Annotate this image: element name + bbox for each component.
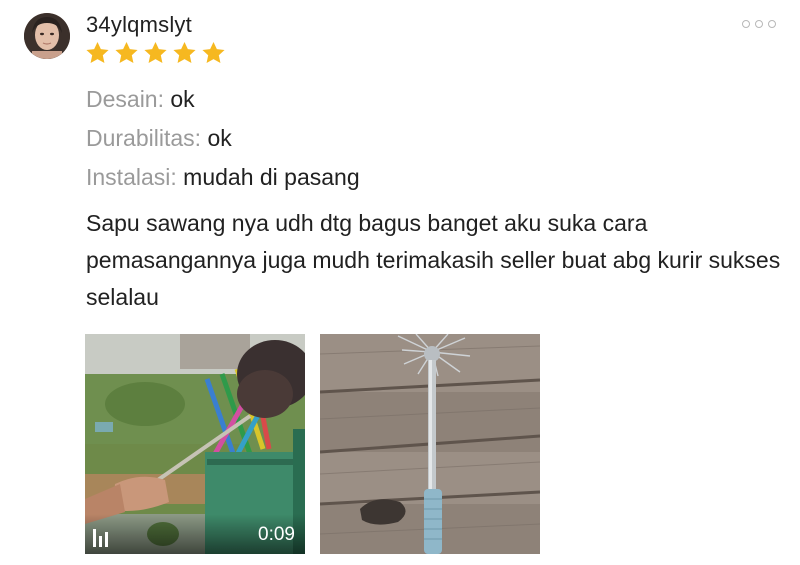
star-icon xyxy=(144,41,167,63)
star-icon xyxy=(115,41,138,63)
attribute-value: mudah di pasang xyxy=(183,164,360,190)
review-card: 34ylqmslyt Desain: ok Durabilitas: ok In… xyxy=(0,0,800,565)
attribute-installation: Instalasi: mudah di pasang xyxy=(86,162,360,192)
star-icon xyxy=(202,41,225,63)
avatar[interactable] xyxy=(24,13,70,59)
attribute-value: ok xyxy=(170,86,195,112)
more-horizontal-icon xyxy=(742,20,750,28)
review-photo-thumbnail[interactable] xyxy=(320,334,540,554)
review-comment: Sapu sawang nya udh dtg bagus banget aku… xyxy=(86,210,781,310)
attribute-value: ok xyxy=(207,125,232,151)
more-horizontal-icon xyxy=(768,20,776,28)
star-rating xyxy=(84,40,227,66)
attribute-design: Desain: ok xyxy=(86,84,195,114)
attribute-label: Desain: xyxy=(86,86,164,112)
attribute-label: Durabilitas: xyxy=(86,125,202,151)
star-icon xyxy=(86,41,109,63)
attribute-durability: Durabilitas: ok xyxy=(86,123,232,153)
video-duration: 0:09 xyxy=(258,524,295,545)
reviewer-name[interactable]: 34ylqmslyt xyxy=(86,12,192,38)
video-icon xyxy=(93,529,108,547)
more-options-button[interactable] xyxy=(740,14,778,34)
attribute-label: Instalasi: xyxy=(86,164,177,190)
more-horizontal-icon xyxy=(755,20,763,28)
review-video-thumbnail[interactable]: 0:09 xyxy=(85,334,305,554)
star-icon xyxy=(173,41,196,63)
